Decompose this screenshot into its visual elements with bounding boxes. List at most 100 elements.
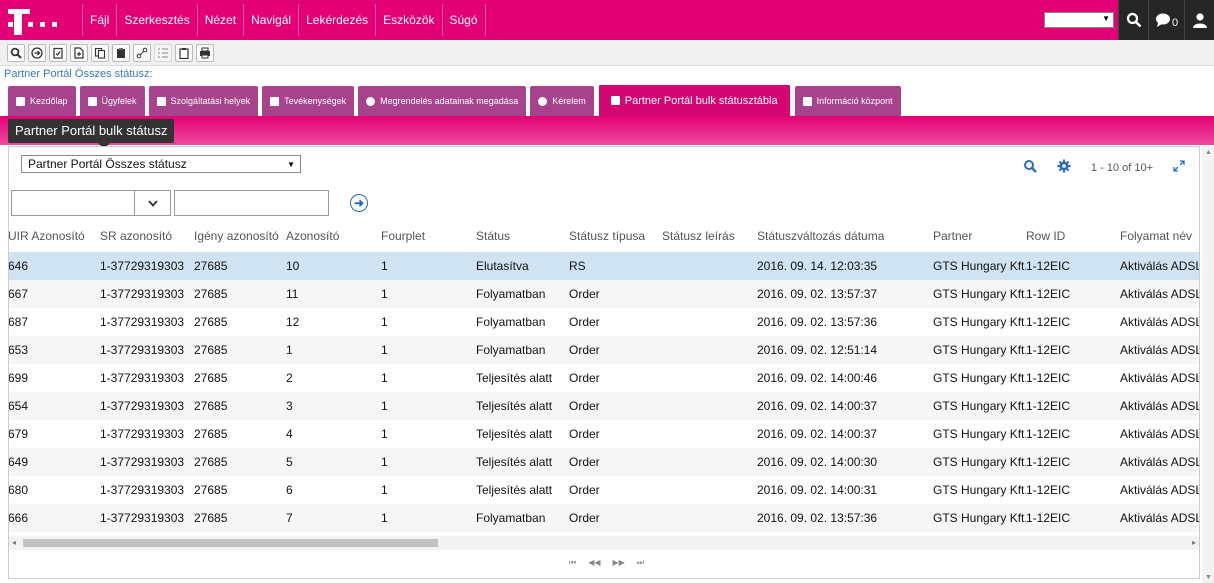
table-cell[interactable]: 1-12EIC: [1026, 392, 1120, 420]
table-cell[interactable]: 2016. 09. 02. 14:00:30: [757, 448, 933, 476]
table-cell[interactable]: GTS Hungary Kft.: [933, 476, 1026, 504]
vertical-scrollbar[interactable]: ▲ ▼: [1202, 146, 1214, 583]
table-cell[interactable]: 27685: [194, 504, 286, 532]
scroll-thumb[interactable]: [23, 539, 438, 547]
table-cell[interactable]: 1: [286, 336, 381, 364]
table-cell[interactable]: 1: [381, 252, 476, 280]
table-cell[interactable]: Folyamatban: [476, 336, 569, 364]
table-cell[interactable]: 1-37729319303: [100, 308, 194, 336]
table-cell[interactable]: 680: [9, 476, 100, 504]
table-cell[interactable]: Order: [569, 364, 662, 392]
tab[interactable]: Partner Portál bulk státusztábla: [597, 84, 791, 116]
menu-item[interactable]: Eszközök: [375, 4, 441, 36]
column-header[interactable]: Igény azonosító: [194, 220, 286, 252]
table-cell[interactable]: Teljesítés alatt: [476, 364, 569, 392]
table-cell[interactable]: Folyamatban: [476, 280, 569, 308]
list-icon[interactable]: [154, 43, 172, 62]
tab[interactable]: Megrendelés adatainak megadása: [358, 86, 527, 116]
table-cell[interactable]: GTS Hungary Kft.: [933, 420, 1026, 448]
table-cell[interactable]: Aktiválás ADSL: [1120, 476, 1199, 504]
table-cell[interactable]: 2016. 09. 02. 13:57:37: [757, 280, 933, 308]
table-cell[interactable]: 1-12EIC: [1026, 252, 1120, 280]
table-cell[interactable]: Aktiválás ADSL: [1120, 280, 1199, 308]
menu-item[interactable]: Lekérdezés: [298, 4, 375, 36]
table-cell[interactable]: Elutasítva: [476, 252, 569, 280]
clipboard-icon[interactable]: [175, 43, 193, 62]
menu-item[interactable]: Nézet: [196, 4, 243, 36]
table-cell[interactable]: 5: [286, 448, 381, 476]
go-icon[interactable]: [28, 43, 46, 62]
table-row[interactable]: 649 1-37729319303 27685 5 1 Teljesítés alatt O…: [9, 448, 1199, 476]
first-page-icon[interactable]: ⏮: [569, 558, 576, 568]
table-cell[interactable]: GTS Hungary Kft.: [933, 392, 1026, 420]
table-cell[interactable]: Order: [569, 308, 662, 336]
table-cell[interactable]: 4: [286, 420, 381, 448]
column-header[interactable]: Row ID: [1026, 220, 1120, 252]
table-cell[interactable]: Order: [569, 448, 662, 476]
table-cell[interactable]: Order: [569, 280, 662, 308]
table-cell[interactable]: 2: [286, 364, 381, 392]
tab[interactable]: Kérelem: [530, 86, 594, 116]
table-cell[interactable]: 1-12EIC: [1026, 476, 1120, 504]
filter-value-input[interactable]: [174, 190, 329, 216]
table-cell[interactable]: [662, 336, 757, 364]
column-header[interactable]: SR azonosító: [100, 220, 194, 252]
column-header[interactable]: Státus: [476, 220, 569, 252]
scroll-left-icon[interactable]: ◂: [12, 538, 16, 547]
table-cell[interactable]: 1-12EIC: [1026, 280, 1120, 308]
menu-item[interactable]: Szerkesztés: [116, 4, 196, 36]
table-cell[interactable]: [662, 252, 757, 280]
table-cell[interactable]: 687: [9, 308, 100, 336]
table-cell[interactable]: 27685: [194, 420, 286, 448]
table-row[interactable]: 680 1-37729319303 27685 6 1 Teljesítés alatt O…: [9, 476, 1199, 504]
table-cell[interactable]: 1-12EIC: [1026, 448, 1120, 476]
table-cell[interactable]: 1-37729319303: [100, 420, 194, 448]
table-cell[interactable]: Aktiválás ADSL: [1120, 504, 1199, 532]
table-cell[interactable]: Teljesítés alatt: [476, 476, 569, 504]
table-cell[interactable]: 2016. 09. 02. 14:00:31: [757, 476, 933, 504]
table-cell[interactable]: Aktiválás ADSL: [1120, 448, 1199, 476]
table-cell[interactable]: 2016. 09. 02. 14:00:46: [757, 364, 933, 392]
table-cell[interactable]: 27685: [194, 336, 286, 364]
table-row[interactable]: 646 1-37729319303 27685 10 1 Elutasítva RS 2016…: [9, 252, 1199, 280]
new-record-icon[interactable]: [70, 43, 88, 62]
table-cell[interactable]: 1: [381, 364, 476, 392]
column-header[interactable]: Folyamat név: [1120, 220, 1199, 252]
table-cell[interactable]: 27685: [194, 308, 286, 336]
table-cell[interactable]: 1: [381, 448, 476, 476]
tab[interactable]: Szolgáltatási helyek: [148, 86, 259, 116]
table-cell[interactable]: Order: [569, 392, 662, 420]
table-cell[interactable]: 1: [381, 504, 476, 532]
table-cell[interactable]: [662, 308, 757, 336]
table-cell[interactable]: 27685: [194, 252, 286, 280]
table-cell[interactable]: 654: [9, 392, 100, 420]
table-cell[interactable]: Teljesítés alatt: [476, 448, 569, 476]
table-cell[interactable]: [662, 476, 757, 504]
table-cell[interactable]: 653: [9, 336, 100, 364]
column-header[interactable]: Státuszváltozás dátuma: [757, 220, 933, 252]
table-cell[interactable]: GTS Hungary Kft.: [933, 252, 1026, 280]
scroll-up-icon[interactable]: ▲: [1205, 149, 1212, 156]
table-cell[interactable]: GTS Hungary Kft.: [933, 336, 1026, 364]
go-button[interactable]: ➜: [350, 194, 368, 212]
table-cell[interactable]: 1-12EIC: [1026, 336, 1120, 364]
table-cell[interactable]: [662, 504, 757, 532]
horizontal-scrollbar[interactable]: ◂ ▸: [9, 536, 1199, 550]
user-icon[interactable]: [1184, 0, 1214, 40]
table-cell[interactable]: 2016. 09. 02. 14:00:37: [757, 420, 933, 448]
column-header[interactable]: Fourplet: [381, 220, 476, 252]
table-cell[interactable]: 666: [9, 504, 100, 532]
table-cell[interactable]: 1-37729319303: [100, 448, 194, 476]
table-cell[interactable]: 649: [9, 448, 100, 476]
table-cell[interactable]: Aktiválás ADSL: [1120, 420, 1199, 448]
table-cell[interactable]: 699: [9, 364, 100, 392]
table-cell[interactable]: Order: [569, 420, 662, 448]
table-cell[interactable]: 1: [381, 336, 476, 364]
table-cell[interactable]: 1-12EIC: [1026, 504, 1120, 532]
table-cell[interactable]: 27685: [194, 280, 286, 308]
table-cell[interactable]: Order: [569, 336, 662, 364]
table-cell[interactable]: 679: [9, 420, 100, 448]
table-row[interactable]: 667 1-37729319303 27685 11 1 Folyamatban Order…: [9, 280, 1199, 308]
expand-icon[interactable]: [1173, 160, 1185, 175]
table-cell[interactable]: 6: [286, 476, 381, 504]
